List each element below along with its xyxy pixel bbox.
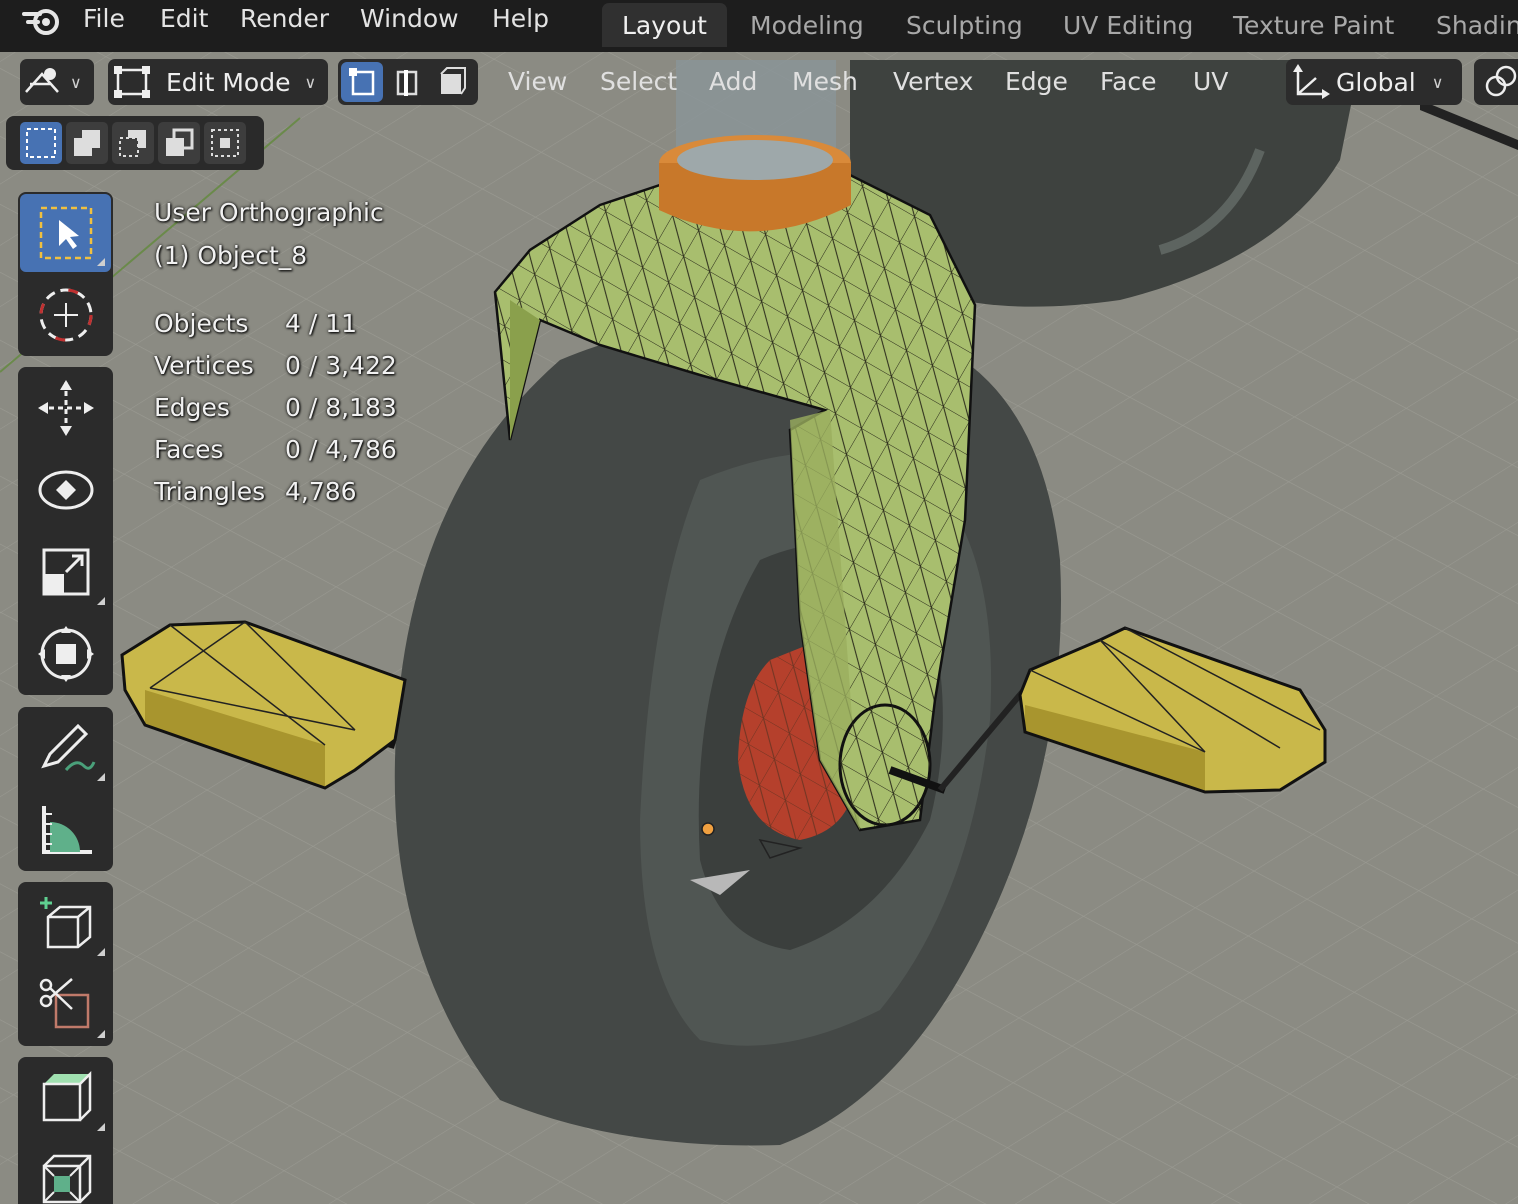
add-cube-icon — [39, 897, 91, 949]
tool-transform[interactable] — [20, 615, 111, 693]
orientation-label: Global — [1336, 67, 1416, 97]
select-intersect-icon — [211, 129, 239, 157]
menu-view[interactable]: View — [508, 59, 567, 105]
edge-select-icon — [396, 70, 418, 96]
knife-icon — [39, 978, 89, 1029]
vertex-select-icon — [349, 68, 375, 96]
menu-add[interactable]: Add — [709, 59, 757, 105]
transform-icon — [37, 626, 94, 682]
stat-faces-label: Faces — [154, 435, 224, 464]
inset-icon — [42, 1154, 91, 1204]
move-icon — [37, 380, 94, 436]
tool-add-cube[interactable] — [20, 884, 111, 962]
menu-uv[interactable]: UV — [1193, 59, 1228, 105]
tool-select-box[interactable] — [20, 194, 111, 272]
tool-knife[interactable] — [20, 966, 111, 1044]
menu-edit[interactable]: Edit — [160, 4, 208, 33]
select-new-icon — [26, 128, 56, 158]
select-intersect-button[interactable] — [204, 122, 246, 164]
face-select-icon — [440, 67, 466, 95]
view-name: User Orthographic — [154, 198, 384, 227]
cursor-icon — [39, 288, 92, 342]
menu-window[interactable]: Window — [360, 4, 459, 33]
tab-shading[interactable]: Shadin — [1416, 3, 1518, 47]
select-subtract-icon — [119, 130, 146, 157]
mode-label: Edit Mode — [166, 67, 291, 97]
select-invert-icon — [166, 128, 194, 156]
tool-inset[interactable] — [20, 1141, 111, 1204]
orientation-dropdown[interactable]: Global ∨ — [1286, 59, 1462, 105]
select-invert-button[interactable] — [158, 122, 200, 164]
stat-objects-label: Objects — [154, 309, 249, 338]
menu-face[interactable]: Face — [1100, 59, 1157, 105]
orientation-icon — [1293, 64, 1330, 99]
top-bar: File Edit Render Window Help Layout Mode… — [0, 0, 1518, 52]
menu-file[interactable]: File — [83, 4, 125, 33]
tab-texture-paint[interactable]: Texture Paint — [1213, 3, 1414, 47]
pivot-dropdown[interactable] — [1474, 59, 1518, 105]
tab-uv-editing[interactable]: UV Editing — [1043, 3, 1213, 47]
toolbar-group-mesh — [18, 1057, 113, 1204]
chevron-down-icon: ∨ — [304, 72, 317, 92]
link-icon — [1485, 65, 1517, 97]
edge-select-button[interactable] — [386, 62, 428, 102]
toolbar-group-transform — [18, 367, 113, 695]
tool-scale[interactable] — [20, 533, 111, 611]
scale-icon — [42, 548, 89, 596]
menu-vertex[interactable]: Vertex — [893, 59, 973, 105]
stat-faces-value: 0 / 4,786 — [285, 435, 397, 464]
blender-logo-icon[interactable] — [20, 2, 64, 42]
menu-select[interactable]: Select — [600, 59, 677, 105]
stat-triangles-label: Triangles — [154, 477, 266, 506]
face-select-button[interactable] — [431, 62, 473, 102]
stat-edges-label: Edges — [154, 393, 230, 422]
menu-mesh[interactable]: Mesh — [792, 59, 858, 105]
tool-measure[interactable] — [20, 791, 111, 869]
tool-cursor[interactable] — [20, 276, 111, 354]
toolbar-group-select — [18, 192, 113, 356]
stat-objects-value: 4 / 11 — [285, 309, 358, 338]
stat-vertices-value: 0 / 3,422 — [285, 351, 397, 380]
tab-sculpting[interactable]: Sculpting — [886, 3, 1043, 47]
menu-edge[interactable]: Edge — [1005, 59, 1068, 105]
mode-dropdown[interactable]: Edit Mode ∨ — [108, 59, 328, 105]
object-name: (1) Object_8 — [154, 241, 308, 270]
extrude-icon — [42, 1070, 91, 1122]
tool-annotate[interactable] — [20, 709, 111, 787]
select-box-icon — [39, 206, 92, 260]
view3d-icon — [25, 68, 59, 93]
tab-modeling[interactable]: Modeling — [730, 3, 884, 47]
measure-icon — [41, 806, 92, 854]
select-extend-icon — [74, 130, 100, 156]
tool-rotate[interactable] — [20, 451, 111, 529]
vertex-select-button[interactable] — [341, 62, 383, 102]
select-subtract-button[interactable] — [112, 122, 154, 164]
tab-layout[interactable]: Layout — [602, 3, 727, 47]
rotate-icon — [38, 470, 93, 510]
toolbar-group-annotate — [18, 707, 113, 871]
annotate-icon — [40, 723, 95, 771]
stat-triangles-value: 4,786 — [285, 477, 357, 506]
chevron-down-icon: ∨ — [70, 72, 82, 92]
menu-help[interactable]: Help — [492, 4, 549, 33]
tool-move[interactable] — [20, 369, 111, 447]
edit-mode-icon — [114, 66, 150, 98]
stat-edges-value: 0 / 8,183 — [285, 393, 397, 422]
viewport-header: ∨ Edit Mode ∨ View Select Add Mesh Verte… — [0, 52, 1518, 114]
select-mode-group — [6, 116, 264, 170]
menu-render[interactable]: Render — [240, 4, 329, 33]
select-extend-button[interactable] — [66, 122, 108, 164]
3d-viewport[interactable]: User Orthographic (1) Object_8 Objects 4… — [0, 52, 1518, 1204]
select-new-button[interactable] — [20, 122, 62, 164]
stat-vertices-label: Vertices — [154, 351, 254, 380]
editor-type-dropdown[interactable]: ∨ — [20, 59, 94, 105]
select-mode-buttons — [338, 59, 478, 105]
toolbar-group-add — [18, 882, 113, 1046]
origin-dot — [701, 822, 715, 836]
tool-extrude[interactable] — [20, 1059, 111, 1137]
chevron-down-icon: ∨ — [1431, 72, 1444, 92]
